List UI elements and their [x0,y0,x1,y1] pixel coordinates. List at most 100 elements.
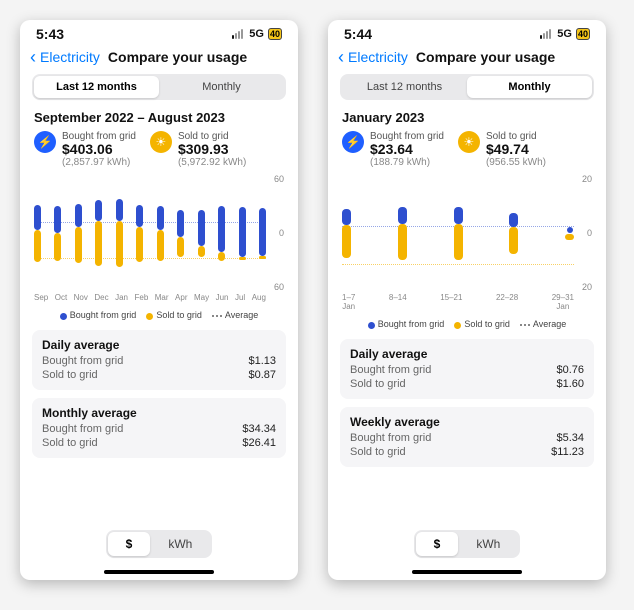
card-monthly-average: Monthly average Bought from grid$34.34 S… [32,398,286,458]
unit-toggle: $ kWh [414,530,521,558]
kpi-bought: ⚡ Bought from grid $403.06 (2,857.97 kWh… [34,131,136,168]
bar-column [565,227,574,240]
card-title: Monthly average [42,406,276,420]
tab-monthly[interactable]: Monthly [467,76,592,98]
tab-last12[interactable]: Last 12 months [342,76,467,98]
x-tick: Aug [252,293,266,302]
x-tick: Jan [115,293,128,302]
status-bar: 5:43 5G 40 [20,20,298,44]
back-button[interactable]: Electricity [40,49,100,65]
network-label: 5G [557,28,572,40]
axis-bot: 60 [274,282,284,292]
unit-kwh[interactable]: kWh [458,532,518,556]
x-tick: 22–28 [496,293,518,311]
kpi-bought: ⚡ Bought from grid $23.64 (188.79 kWh) [342,131,444,168]
bar-column [34,205,41,263]
nav-bar: ‹ Electricity Compare your usage [20,44,298,74]
signal-icon [232,29,243,39]
bar-column [398,207,407,259]
card-daily-average: Daily average Bought from grid$0.76 Sold… [340,339,594,399]
kpi-sold: ☀ Sold to grid $309.93 (5,972.92 kWh) [150,131,246,168]
bar-column [177,210,184,258]
bar-column [454,207,463,259]
kpi-sold: ☀ Sold to grid $49.74 (956.55 kWh) [458,131,546,168]
chevron-left-icon[interactable]: ‹ [30,48,36,66]
battery-icon: 40 [576,28,590,40]
bar-column [157,206,164,261]
signal-icon [540,29,551,39]
kpi-bought-sub: (2,857.97 kWh) [62,157,136,168]
x-tick: May [194,293,209,302]
card-daily-average: Daily average Bought from grid$1.13 Sold… [32,330,286,390]
battery-icon: 40 [268,28,282,40]
x-tick: Jun [216,293,229,302]
card-weekly-average: Weekly average Bought from grid$5.34 Sol… [340,407,594,467]
bar-column [342,209,351,259]
bar-column [259,208,266,259]
period-tabs: Last 12 months Monthly [340,74,594,100]
tab-monthly[interactable]: Monthly [159,76,284,98]
date-range: January 2023 [328,110,606,131]
legend: Bought from grid Sold to grid Average [34,302,284,330]
home-indicator[interactable] [412,570,522,574]
unit-toggle: $ kWh [106,530,213,558]
bar-column [239,207,246,260]
bar-column [218,206,225,261]
phone-annual: 5:43 5G 40 ‹ Electricity Compare your us… [20,20,298,580]
kpi-row: ⚡ Bought from grid $403.06 (2,857.97 kWh… [20,131,298,176]
x-tick: Oct [55,293,67,302]
x-tick: 15–21 [440,293,462,311]
bar-column [198,210,205,258]
axis-mid: 0 [279,228,284,238]
bar-column [75,204,82,264]
clock: 5:44 [344,26,372,42]
unit-dollar[interactable]: $ [416,532,459,556]
sun-icon: ☀ [150,131,172,153]
back-button[interactable]: Electricity [348,49,408,65]
status-bar: 5:44 5G 40 [328,20,606,44]
chart-monthly: 20 0 20 1–7 Jan8–1415–2122–2829–31 Jan B… [328,176,606,339]
legend-dot-sold-icon [146,313,153,320]
x-tick: Sep [34,293,48,302]
x-tick: Mar [155,293,169,302]
x-tick: Jul [235,293,245,302]
phone-monthly: 5:44 5G 40 ‹ Electricity Compare your us… [328,20,606,580]
bolt-icon: ⚡ [342,131,364,153]
bar-column [136,205,143,262]
card-title: Daily average [42,338,276,352]
kpi-sold-sub: (5,972.92 kWh) [178,157,246,168]
page-title: Compare your usage [416,49,555,65]
legend: Bought from grid Sold to grid Average [342,311,592,339]
nav-bar: ‹ Electricity Compare your usage [328,44,606,74]
kpi-sold-amount: $309.93 [178,142,246,157]
clock: 5:43 [36,26,64,42]
unit-kwh[interactable]: kWh [150,532,210,556]
legend-dot-bought-icon [368,322,375,329]
bar-column [54,206,61,261]
unit-dollar[interactable]: $ [108,532,151,556]
legend-dash-icon [520,324,530,326]
axis-top: 60 [274,174,284,184]
legend-dot-sold-icon [454,322,461,329]
kpi-row: ⚡ Bought from grid $23.64 (188.79 kWh) ☀… [328,131,606,176]
chevron-left-icon[interactable]: ‹ [338,48,344,66]
sun-icon: ☀ [458,131,480,153]
x-tick: 1–7 Jan [342,293,355,311]
x-tick: Dec [94,293,108,302]
tab-last12[interactable]: Last 12 months [34,76,159,98]
x-tick: 8–14 [389,293,407,311]
chart-annual: 60 0 60 Sep Oct Nov Dec Jan Feb Mar Apr May Jun Ju… [20,176,298,330]
x-tick: 29–31 Jan [552,293,574,311]
legend-dash-icon [212,315,222,317]
bar-column [116,199,123,267]
network-label: 5G [249,28,264,40]
home-indicator[interactable] [104,570,214,574]
period-tabs: Last 12 months Monthly [32,74,286,100]
x-tick: Feb [134,293,148,302]
bar-column [95,200,102,266]
bolt-icon: ⚡ [34,131,56,153]
kpi-bought-amount: $403.06 [62,142,136,157]
legend-dot-bought-icon [60,313,67,320]
x-tick: Nov [74,293,88,302]
x-tick: Apr [175,293,187,302]
